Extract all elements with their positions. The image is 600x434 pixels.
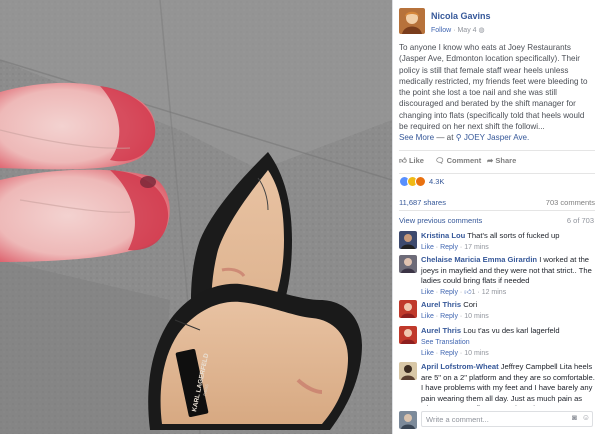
comment-reply-link[interactable]: Reply <box>440 244 458 251</box>
location-link[interactable]: JOEY Jasper Ave. <box>464 133 529 142</box>
comment-body: April Lofstrom-Wheat Jeffrey Campbell Li… <box>421 362 595 406</box>
comment-body: Kristina Lou That's all sorts of fucked … <box>421 231 595 253</box>
comment-reply-link[interactable]: Reply <box>440 289 458 296</box>
reactions-row[interactable]: 4.3K <box>399 174 595 188</box>
commenter-avatar[interactable] <box>399 231 417 249</box>
action-bar: 👍︎ Like 🗨︎ Comment ➦ Share <box>399 150 595 174</box>
like-button[interactable]: 👍︎ Like <box>399 156 424 166</box>
comment-body: Aurel Thris Lou t'as vu des karl lagerfe… <box>421 326 595 360</box>
share-icon: ➦ <box>487 156 494 165</box>
globe-icon: ◍ <box>478 27 485 34</box>
comment-meta: Like · Reply · 10 mins <box>421 312 489 320</box>
comments-count[interactable]: 703 comments <box>546 198 595 207</box>
shares-count[interactable]: 11,687 shares <box>399 198 446 207</box>
comment-like-count-icon: 👍︎ <box>464 288 472 296</box>
comment-reply-link[interactable]: Reply <box>440 313 458 320</box>
comment-body: Chelaise Maricia Emma Girardin I worked … <box>421 255 595 298</box>
stats-row: 11,687 shares 703 comments <box>399 196 595 211</box>
comment-like-link[interactable]: Like <box>421 289 434 296</box>
post-photo[interactable]: KARL LAGERFELD PARIS <box>0 0 392 434</box>
comment-time[interactable]: 10 mins <box>464 313 489 320</box>
see-translation-label: See Translation <box>421 338 470 346</box>
at-text: — at <box>436 133 454 143</box>
location-pin-icon: ⚲ <box>455 133 462 143</box>
comment-body: Aurel Thris Cori Like · Reply · 10 mins <box>421 300 595 322</box>
comment-text: Lou t'as vu des karl lagerfeld <box>463 326 560 335</box>
author-name[interactable]: Nicola Gavins <box>431 11 491 21</box>
share-button[interactable]: ➦ Share <box>487 156 516 165</box>
comment-button[interactable]: 🗨︎ Comment <box>435 156 481 165</box>
lower-foot <box>0 169 170 262</box>
comment-label: Comment <box>446 156 482 165</box>
commenter-avatar[interactable] <box>399 362 417 380</box>
view-previous-comments-link[interactable]: View previous comments <box>399 216 482 225</box>
comment-meta: Like · Reply · 10 mins <box>421 350 489 357</box>
angry-reaction-icon <box>415 176 426 187</box>
post-side-panel: Nicola Gavins Follow · May 4 ◍ To anyone… <box>392 0 600 434</box>
comment-meta: Like · Reply · 👍︎1 · 12 mins <box>421 288 507 296</box>
commenter-avatar[interactable] <box>399 326 417 344</box>
comment-meta: Like · Reply · 17 mins <box>421 243 489 251</box>
camera-icon[interactable]: ◙ <box>572 413 577 422</box>
commenter-avatar[interactable] <box>399 255 417 273</box>
like-label: Like <box>408 156 424 165</box>
comments-pager-count: 6 of 703 <box>566 216 594 225</box>
post-meta: Follow · May 4 ◍ <box>431 26 485 34</box>
comment-text: Cori <box>463 300 478 309</box>
post-date[interactable]: May 4 <box>457 27 476 34</box>
commenter-name[interactable]: Aurel Thris <box>421 300 461 309</box>
comment-like-link[interactable]: Like <box>421 350 434 357</box>
comment-like-link[interactable]: Like <box>421 244 434 251</box>
commenter-name[interactable]: Chelaise Maricia Emma Girardin <box>421 255 537 264</box>
commenter-name[interactable]: Kristina Lou <box>421 231 465 240</box>
reaction-count[interactable]: 4.3K <box>429 177 444 186</box>
post-body: To anyone I know who eats at Joey Restau… <box>399 43 588 132</box>
comment-text: That's all sorts of fucked up <box>467 231 560 240</box>
comment-like-link[interactable]: Like <box>421 313 434 320</box>
comment-reply-link[interactable]: Reply <box>440 350 458 357</box>
author-avatar[interactable] <box>399 8 425 34</box>
post-text: To anyone I know who eats at Joey Restau… <box>399 42 595 144</box>
comment-time[interactable]: 10 mins <box>464 350 489 357</box>
photo-scene: KARL LAGERFELD PARIS <box>0 0 392 434</box>
see-translation-link[interactable]: See Translation <box>421 339 470 346</box>
current-user-avatar <box>399 411 417 429</box>
comment-icon: 🗨︎ <box>435 156 445 165</box>
commenter-avatar[interactable] <box>399 300 417 318</box>
comment-time[interactable]: 17 mins <box>464 244 489 251</box>
emoji-icon[interactable]: ☺ <box>582 413 590 422</box>
comment-input[interactable]: Write a comment... <box>421 411 593 427</box>
share-label: Share <box>495 156 517 165</box>
thumbs-up-icon: 👍︎ <box>399 156 407 165</box>
follow-link[interactable]: Follow <box>431 27 451 34</box>
comment-like-count[interactable]: 1 <box>472 289 476 296</box>
see-more-link[interactable]: See More <box>399 133 434 142</box>
write-comment-row: Write a comment... ◙ ☺ <box>399 410 595 430</box>
post-header: Nicola Gavins Follow · May 4 ◍ <box>399 6 596 38</box>
commenter-name[interactable]: Aurel Thris <box>421 326 461 335</box>
commenter-name[interactable]: April Lofstrom-Wheat <box>421 362 499 371</box>
comment-time[interactable]: 12 mins <box>482 289 507 296</box>
